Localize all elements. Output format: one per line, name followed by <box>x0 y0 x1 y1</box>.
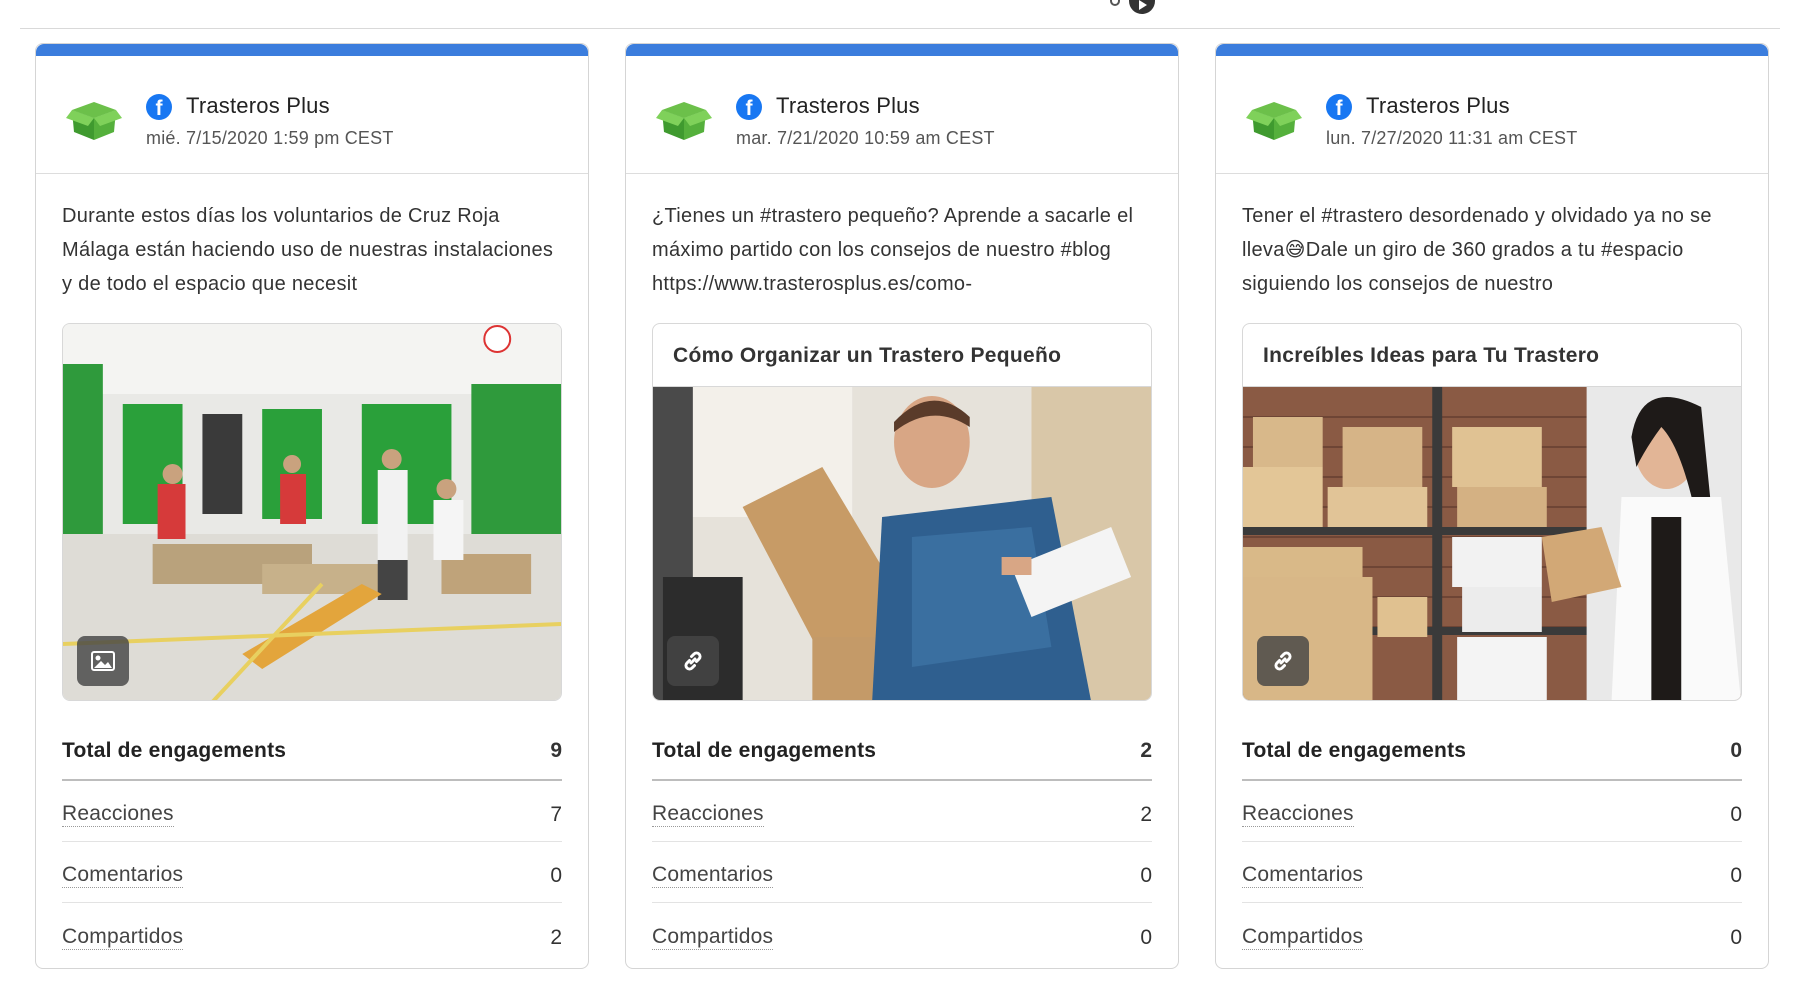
stat-shares: Compartidos 0 <box>1242 903 1742 964</box>
post-media[interactable] <box>62 323 562 701</box>
link-image <box>653 387 1151 700</box>
link-icon <box>1257 636 1309 686</box>
stat-value: 0 <box>1730 803 1742 826</box>
stat-comments: Comentarios 0 <box>1242 842 1742 903</box>
stat-value: 9 <box>550 739 562 762</box>
account-name[interactable]: Trasteros Plus <box>186 93 330 119</box>
stat-comments: Comentarios 0 <box>62 842 562 903</box>
post-cards-grid: f Trasteros Plus mié. 7/15/2020 1:59 pm … <box>35 43 1770 969</box>
stat-total: Total de engagements 0 <box>1242 724 1742 781</box>
stat-comments: Comentarios 0 <box>652 842 1152 903</box>
post-date: lun. 7/27/2020 11:31 am CEST <box>1326 128 1578 148</box>
top-partial-icon <box>1110 0 1120 6</box>
post-card[interactable]: f Trasteros Plus mié. 7/15/2020 1:59 pm … <box>35 43 589 969</box>
stat-label[interactable]: Comentarios <box>1242 863 1364 888</box>
facebook-icon: f <box>146 94 172 120</box>
engagement-stats: Total de engagements 9 Reacciones 7 Come… <box>62 724 562 964</box>
stat-value: 0 <box>550 864 562 887</box>
stat-label: Total de engagements <box>1242 739 1467 762</box>
post-header: f Trasteros Plus mié. 7/15/2020 1:59 pm … <box>36 56 588 174</box>
stat-label[interactable]: Comentarios <box>652 863 774 888</box>
stat-reactions: Reacciones 7 <box>62 781 562 842</box>
post-date: mar. 7/21/2020 10:59 am CEST <box>736 128 995 148</box>
stat-value: 0 <box>1730 864 1742 887</box>
post-card[interactable]: f Trasteros Plus lun. 7/27/2020 11:31 am… <box>1215 43 1769 969</box>
post-header: f Trasteros Plus lun. 7/27/2020 11:31 am… <box>1216 56 1768 174</box>
link-preview[interactable]: Cómo Organizar un Trastero Pequeño <box>652 323 1152 701</box>
stat-reactions: Reacciones 2 <box>652 781 1152 842</box>
post-text: ¿Tienes un #trastero pequeño? Aprende a … <box>652 199 1156 305</box>
box-logo-icon <box>656 102 712 140</box>
stat-label[interactable]: Compartidos <box>652 925 774 950</box>
stat-value: 0 <box>1140 864 1152 887</box>
stat-shares: Compartidos 0 <box>652 903 1152 964</box>
link-icon <box>667 636 719 686</box>
stat-value: 2 <box>550 926 562 949</box>
post-text-content: ¿Tienes un #trastero pequeño? Aprende a … <box>652 205 1134 295</box>
stat-value: 7 <box>550 803 562 826</box>
post-date: mié. 7/15/2020 1:59 pm CEST <box>146 128 394 148</box>
post-text: Tener el #trastero desordenado y olvidad… <box>1242 199 1746 305</box>
stat-label[interactable]: Reacciones <box>62 802 174 827</box>
facebook-icon: f <box>736 94 762 120</box>
text-fade <box>1656 271 1746 305</box>
top-divider <box>20 0 1780 29</box>
stat-label[interactable]: Comentarios <box>62 863 184 888</box>
post-image <box>63 324 561 700</box>
link-title[interactable]: Increíbles Ideas para Tu Trastero <box>1243 324 1741 387</box>
link-image <box>1243 387 1741 700</box>
box-logo-icon <box>1246 102 1302 140</box>
stat-label[interactable]: Reacciones <box>652 802 764 827</box>
stat-value: 0 <box>1140 926 1152 949</box>
stat-value: 0 <box>1730 926 1742 949</box>
stat-label: Total de engagements <box>62 739 287 762</box>
play-circle-icon[interactable] <box>1129 0 1155 14</box>
image-icon <box>77 636 129 686</box>
post-header: f Trasteros Plus mar. 7/21/2020 10:59 am… <box>626 56 1178 174</box>
stat-shares: Compartidos 2 <box>62 903 562 964</box>
account-name[interactable]: Trasteros Plus <box>1366 93 1510 119</box>
stat-label[interactable]: Reacciones <box>1242 802 1354 827</box>
stat-value: 0 <box>1730 739 1742 762</box>
engagement-stats: Total de engagements 0 Reacciones 0 Come… <box>1242 724 1742 964</box>
stat-label[interactable]: Compartidos <box>1242 925 1364 950</box>
stat-value: 2 <box>1140 739 1152 762</box>
engagement-stats: Total de engagements 2 Reacciones 2 Come… <box>652 724 1152 964</box>
stat-total: Total de engagements 2 <box>652 724 1152 781</box>
post-text: Durante estos días los voluntarios de Cr… <box>62 199 566 305</box>
account-name[interactable]: Trasteros Plus <box>776 93 920 119</box>
stat-label[interactable]: Compartidos <box>62 925 184 950</box>
stat-total: Total de engagements 9 <box>62 724 562 781</box>
text-fade <box>476 271 566 305</box>
facebook-icon: f <box>1326 94 1352 120</box>
stat-value: 2 <box>1140 803 1152 826</box>
box-logo-icon <box>66 102 122 140</box>
link-title[interactable]: Cómo Organizar un Trastero Pequeño <box>653 324 1151 387</box>
stat-label: Total de engagements <box>652 739 877 762</box>
link-preview[interactable]: Increíbles Ideas para Tu Trastero <box>1242 323 1742 701</box>
stat-reactions: Reacciones 0 <box>1242 781 1742 842</box>
post-text-content: Tener el #trastero desordenado y olvidad… <box>1242 205 1712 295</box>
post-card[interactable]: f Trasteros Plus mar. 7/21/2020 10:59 am… <box>625 43 1179 969</box>
